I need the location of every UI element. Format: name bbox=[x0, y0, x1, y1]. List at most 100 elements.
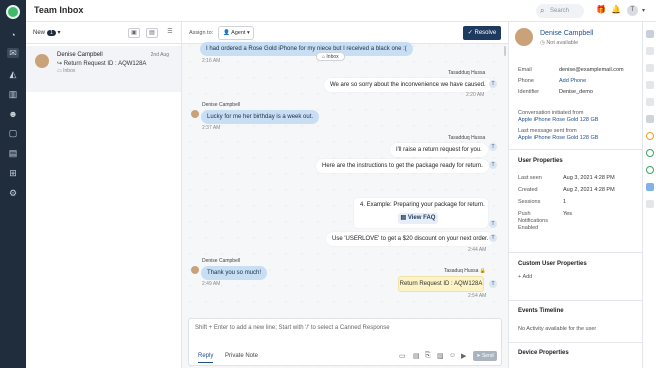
avatar[interactable]: T bbox=[627, 5, 638, 16]
subject-text: Return Request ID : AQW128A bbox=[63, 61, 147, 67]
tab-private-note[interactable]: Private Note bbox=[225, 353, 258, 359]
search-placeholder: Search bbox=[550, 8, 570, 14]
conversation-subject: ↪ Return Request ID : AQW128A bbox=[57, 61, 147, 67]
integration-icon[interactable] bbox=[646, 115, 654, 123]
list-item[interactable]: Denise Campbell ↪ Return Request ID : AQ… bbox=[26, 46, 181, 92]
profile-icon[interactable] bbox=[646, 81, 654, 89]
chevron-down-icon[interactable]: ▾ bbox=[642, 7, 645, 14]
settings-icon[interactable]: ⚙ bbox=[7, 188, 19, 198]
scrollbar[interactable] bbox=[504, 46, 506, 56]
initiated-value[interactable]: Apple iPhone Rose Gold 128 GB bbox=[518, 117, 598, 123]
inbox-pill: ⌂ Inbox bbox=[316, 52, 345, 61]
app-strip bbox=[642, 22, 656, 368]
message-sender: Tasadduq Hussa bbox=[448, 135, 486, 141]
inbox-text: Inbox bbox=[63, 68, 76, 74]
divider bbox=[509, 300, 643, 301]
view-faq-button[interactable]: ▤ View FAQ bbox=[398, 213, 438, 224]
card-text: 4. Example: Preparing your package for r… bbox=[360, 202, 485, 208]
inbox-pill-label: Inbox bbox=[326, 54, 339, 60]
last-message-value[interactable]: Apple iPhone Rose Gold 128 GB bbox=[518, 135, 598, 141]
message-bubble: Use 'USERLOVE' to get a $20 discount on … bbox=[326, 232, 495, 246]
send-button[interactable]: ➤ Send bbox=[473, 351, 497, 361]
video-icon[interactable]: ▶ bbox=[461, 352, 466, 360]
book-icon[interactable]: ▥ bbox=[7, 89, 19, 99]
image-icon[interactable]: ▨ bbox=[437, 352, 444, 360]
history-icon[interactable] bbox=[646, 98, 654, 106]
filter-icon[interactable]: ☰ bbox=[164, 28, 176, 38]
sender-text: Tasaduq Hussa bbox=[444, 268, 479, 274]
add-phone-link[interactable]: Add Phone bbox=[559, 78, 586, 84]
message-time: 2:44 AM bbox=[468, 247, 487, 253]
users-icon[interactable]: ☻ bbox=[7, 109, 19, 119]
compose-icon[interactable]: ▣ bbox=[128, 28, 140, 38]
bell-icon[interactable]: 🔔 bbox=[611, 5, 621, 14]
reports-icon[interactable]: ▤ bbox=[7, 148, 19, 158]
contact-name[interactable]: Denise Campbell bbox=[540, 30, 593, 37]
lock-icon: 🔒 bbox=[479, 268, 487, 274]
last-seen-label: Last seen bbox=[518, 175, 542, 181]
identifier-value: Denise_demo bbox=[559, 89, 593, 95]
resolve-label: Resolve bbox=[474, 30, 497, 36]
search-input[interactable]: ⌕ Search bbox=[536, 4, 584, 18]
app-grid-icon[interactable] bbox=[646, 200, 654, 208]
user-properties-heading: User Properties bbox=[518, 158, 563, 164]
attach-icon[interactable]: ⎘ bbox=[425, 352, 431, 360]
last-message-label: Last message sent from bbox=[518, 128, 577, 134]
app-green-2-icon[interactable] bbox=[646, 166, 654, 174]
logo-icon[interactable] bbox=[6, 5, 20, 19]
emoji-icon[interactable]: ☺ bbox=[449, 352, 456, 359]
filter-dropdown[interactable]: New 1 ▾ bbox=[33, 29, 60, 36]
app-green-icon[interactable] bbox=[646, 149, 654, 157]
gift-icon[interactable]: 🎁 bbox=[596, 5, 606, 14]
contact-icon[interactable] bbox=[646, 30, 654, 38]
agent-avatar: T bbox=[489, 161, 497, 169]
agent-avatar: T bbox=[489, 80, 497, 88]
assign-dropdown[interactable]: 👤 Agent ▾ bbox=[218, 26, 254, 40]
campaign-icon[interactable]: ◭ bbox=[7, 69, 19, 79]
conversation-name: Denise Campbell bbox=[57, 52, 103, 58]
device-properties-heading: Device Properties bbox=[518, 350, 569, 356]
message-time: 2:16 AM bbox=[202, 58, 221, 64]
custom-properties-heading: Custom User Properties bbox=[518, 261, 587, 267]
avatar bbox=[191, 110, 199, 118]
apps-icon[interactable]: ⊞ bbox=[7, 168, 19, 178]
divider bbox=[509, 149, 643, 150]
app-blue-icon[interactable] bbox=[646, 183, 654, 191]
app: ◔ ✉ ◭ ▥ ☻ ▢ ▤ ⊞ ⚙ Team Inbox ⌕ Search 🎁 🔔… bbox=[0, 0, 656, 368]
inbox-icon[interactable]: ✉ bbox=[7, 48, 19, 58]
status-icon[interactable]: ◔ bbox=[7, 30, 19, 40]
article-icon[interactable]: ▤ bbox=[413, 352, 420, 360]
app-orange-icon[interactable] bbox=[646, 132, 654, 140]
message-composer[interactable]: Shift + Enter to add a new line; Start w… bbox=[188, 318, 502, 366]
faq-card: 4. Example: Preparing your package for r… bbox=[354, 198, 488, 228]
filter-count-badge: 1 bbox=[47, 30, 56, 36]
canned-icon[interactable]: ▭ bbox=[399, 352, 406, 360]
message-bubble: Thank you so much! bbox=[201, 266, 268, 280]
list-header: New 1 ▾ ▣ ▤ ☰ bbox=[26, 22, 181, 44]
chat-header: Assign to: 👤 Agent ▾ ✓ Resolve bbox=[182, 22, 508, 44]
assignee-name: Agent bbox=[231, 30, 246, 36]
message-sender: Tasadduq Hussa bbox=[448, 70, 486, 76]
composer-placeholder[interactable]: Shift + Enter to add a new line; Start w… bbox=[195, 325, 390, 331]
sessions-label: Sessions bbox=[518, 199, 541, 205]
page-title: Team Inbox bbox=[34, 5, 84, 15]
initiated-label: Conversation initiated from bbox=[518, 110, 584, 116]
avatar bbox=[515, 28, 533, 46]
archive-icon[interactable]: ▤ bbox=[146, 28, 158, 38]
identifier-label: Identifier bbox=[518, 89, 540, 95]
created-value: Aug 2, 2021 4:28 PM bbox=[563, 187, 615, 193]
tag-icon[interactable] bbox=[646, 64, 654, 72]
resolve-button[interactable]: ✓ Resolve bbox=[463, 26, 501, 40]
assign-label: Assign to: bbox=[189, 30, 214, 36]
tab-reply[interactable]: Reply bbox=[198, 353, 214, 363]
message-time: 2:37 AM bbox=[202, 125, 221, 131]
message-sender: Denise Campbell bbox=[202, 102, 241, 108]
add-property-button[interactable]: + Add bbox=[518, 274, 532, 280]
search-icon: ⌕ bbox=[540, 6, 545, 15]
last-seen-value: Aug 3, 2021 4:28 PM bbox=[563, 175, 615, 181]
message-bubble: We are so sorry about the inconvenience … bbox=[324, 78, 492, 92]
notes-icon[interactable] bbox=[646, 47, 654, 55]
contact-status-text: Not available bbox=[546, 40, 579, 46]
message-time: 2:20 AM bbox=[466, 92, 485, 98]
chat-icon[interactable]: ▢ bbox=[7, 128, 19, 138]
